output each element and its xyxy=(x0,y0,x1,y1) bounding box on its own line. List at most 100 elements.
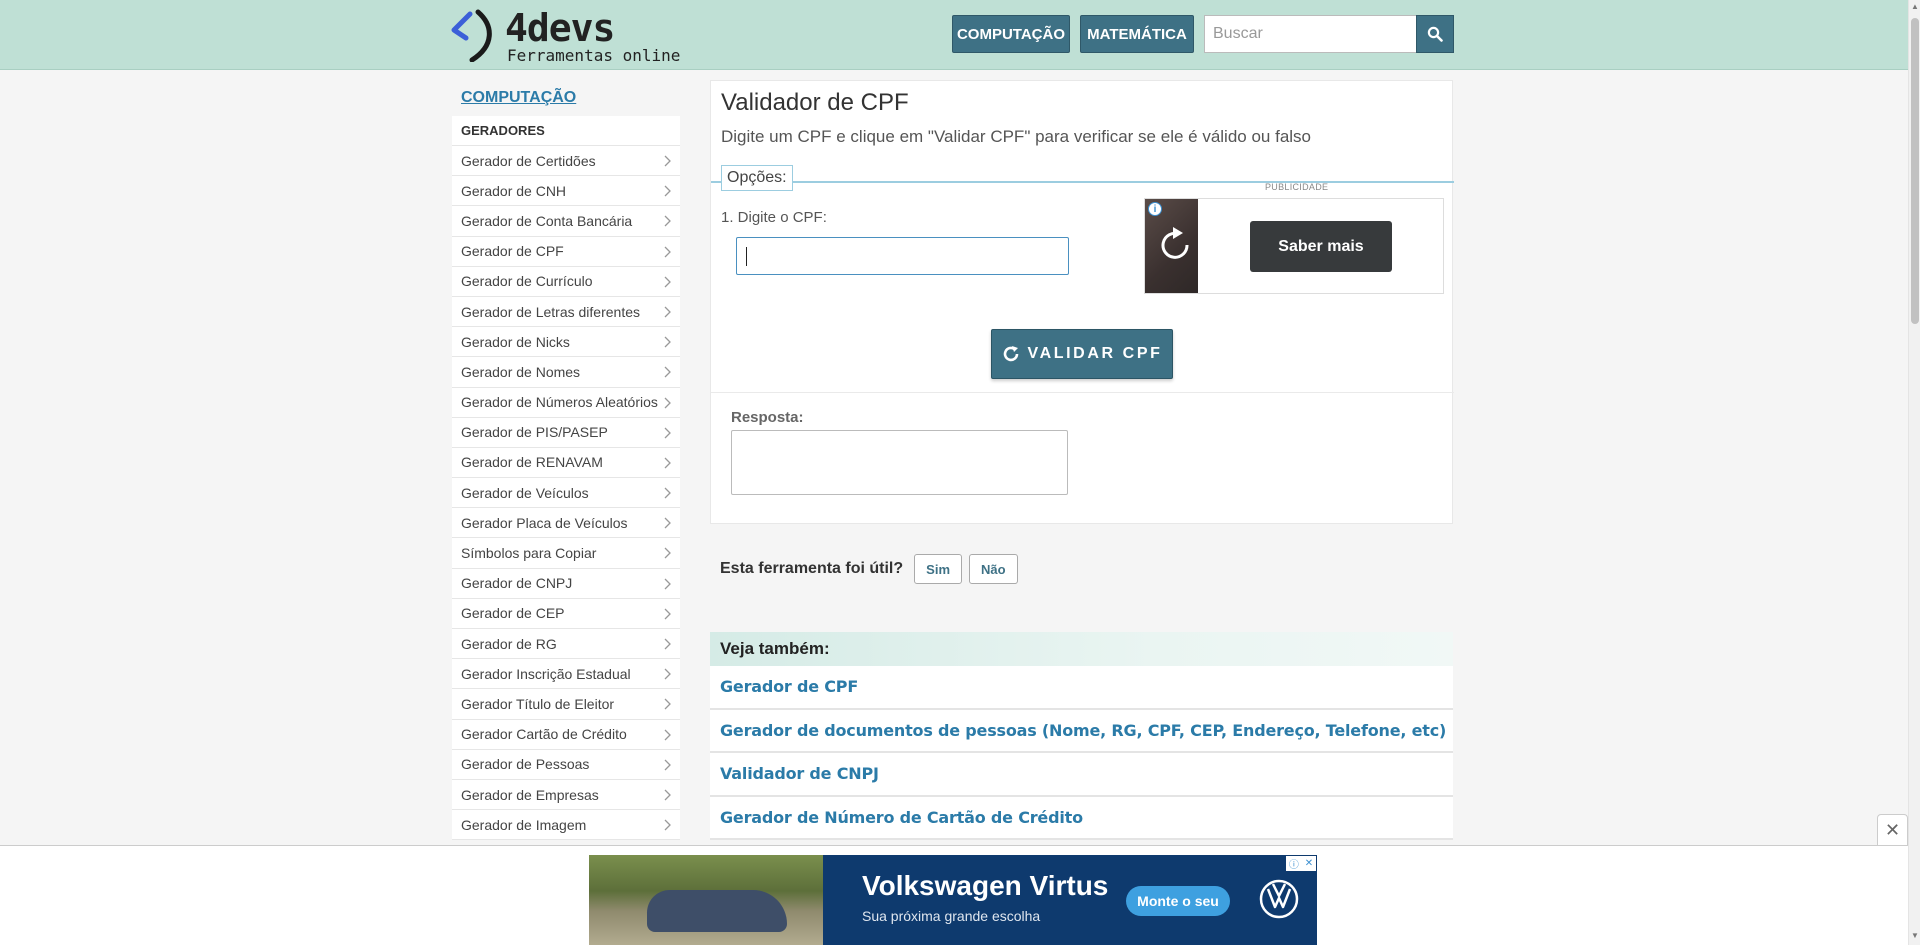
ad-saber-mais-button[interactable]: Saber mais xyxy=(1250,221,1392,272)
site-header: 4devs Ferramentas online COMPUTAÇÃO MATE… xyxy=(0,0,1908,70)
sidebar-item[interactable]: Gerador de Empresas xyxy=(452,779,680,811)
chevron-right-icon xyxy=(664,608,671,620)
options-legend: Opções: xyxy=(721,165,793,191)
sidebar-item[interactable]: Gerador de Imagem xyxy=(452,810,680,841)
sidebar-title-link[interactable]: COMPUTAÇÃO xyxy=(452,84,680,112)
ad-car-photo xyxy=(589,855,823,945)
sidebar-item[interactable]: Gerador de RENAVAM xyxy=(452,447,680,479)
ad-title: Volkswagen Virtus xyxy=(862,870,1109,901)
page-subtitle: Digite um CPF e clique em "Validar CPF" … xyxy=(721,127,1312,146)
sidebar-item[interactable]: Gerador de CNPJ xyxy=(452,568,680,599)
scroll-up-icon[interactable]: ▲ xyxy=(1911,3,1919,11)
nav-computacao-button[interactable]: COMPUTAÇÃO xyxy=(952,15,1070,53)
sidebar-item-label: Símbolos para Copiar xyxy=(461,545,597,562)
sidebar-item[interactable]: Gerador de Conta Bancária xyxy=(452,206,680,237)
volkswagen-banner-ad[interactable]: Volkswagen Virtus Sua próxima grande esc… xyxy=(589,855,1317,945)
logo-tagline: Ferramentas online xyxy=(507,46,681,65)
sidebar-item[interactable]: Gerador de Nicks xyxy=(452,327,680,358)
chevron-right-icon xyxy=(664,155,671,167)
site-logo[interactable]: 4devs Ferramentas online xyxy=(450,6,700,65)
validate-cpf-button[interactable]: VALIDAR CPF xyxy=(991,329,1173,379)
see-also-link[interactable]: Gerador de Número de Cartão de Crédito xyxy=(710,796,1453,840)
chevron-right-icon xyxy=(664,819,671,831)
tool-card: Validador de CPF Digite um CPF e clique … xyxy=(710,80,1454,524)
chevron-right-icon xyxy=(664,185,671,197)
sidebar-item[interactable]: Gerador de Currículo xyxy=(452,266,680,297)
logo-name: 4devs xyxy=(505,6,615,50)
sidebar-item[interactable]: Símbolos para Copiar xyxy=(452,538,680,569)
sidebar-item[interactable]: Gerador Placa de Veículos xyxy=(452,508,680,539)
sidebar-item[interactable]: Gerador de Veículos xyxy=(452,478,680,509)
sidebar-item-label: Gerador de Certidões xyxy=(461,152,596,169)
sidebar-item-label: Gerador de Veículos xyxy=(461,484,589,501)
sidebar-item[interactable]: Gerador de CPF xyxy=(452,236,680,267)
answer-label: Resposta: xyxy=(731,409,804,426)
chevron-right-icon xyxy=(664,698,671,710)
chevron-right-icon xyxy=(664,397,671,408)
search-input[interactable]: Buscar xyxy=(1204,15,1417,53)
sidebar-item-label: Gerador de Empresas xyxy=(461,786,599,803)
options-divider xyxy=(711,181,1454,183)
page-scrollbar[interactable]: ▲ ▼ xyxy=(1908,0,1920,945)
sidebar-item-label: Gerador de Letras diferentes xyxy=(461,303,640,320)
chevron-right-icon xyxy=(664,336,671,348)
answer-textarea[interactable] xyxy=(731,430,1068,495)
feedback-no-button[interactable]: Não xyxy=(969,554,1018,584)
chevron-right-icon xyxy=(664,487,671,499)
chevron-right-icon xyxy=(664,427,671,439)
see-also-link[interactable]: Gerador de documentos de pessoas (Nome, … xyxy=(710,709,1453,753)
feedback-question: Esta ferramenta foi útil? xyxy=(720,560,904,577)
sidebar-item-label: Gerador de Nicks xyxy=(461,333,570,350)
sidebar-item[interactable]: Gerador de RG xyxy=(452,629,680,660)
sidebar-item[interactable]: Gerador de PIS/PASEP xyxy=(452,417,680,448)
sidebar-item[interactable]: Gerador Cartão de Crédito xyxy=(452,719,680,750)
sidebar: COMPUTAÇÃO GERADORES Gerador de Certidõe… xyxy=(452,84,680,841)
close-ad-button[interactable]: ✕ xyxy=(1877,814,1908,845)
side-ad[interactable]: i Saber mais xyxy=(1144,198,1444,294)
sidebar-item-label: Gerador de CNH xyxy=(461,182,567,199)
sidebar-item[interactable]: Gerador de CEP xyxy=(452,598,680,629)
scrollbar-thumb[interactable] xyxy=(1911,18,1919,324)
sidebar-item[interactable]: Gerador de CNH xyxy=(452,176,680,207)
sidebar-item-label: Gerador de PIS/PASEP xyxy=(461,424,608,441)
chevron-right-icon xyxy=(664,759,671,771)
sidebar-item-label: Gerador de RG xyxy=(461,635,557,652)
sidebar-item-label: Gerador de Nomes xyxy=(461,363,581,380)
chevron-right-icon xyxy=(664,276,671,288)
cpf-input[interactable] xyxy=(736,237,1069,275)
sidebar-item[interactable]: Gerador de Nomes xyxy=(452,357,680,388)
search-button[interactable] xyxy=(1416,15,1454,53)
ad-cta-button[interactable]: Monte o seu xyxy=(1126,886,1230,916)
chevron-right-icon xyxy=(664,578,671,590)
sidebar-item[interactable]: Gerador Título de Eleitor xyxy=(452,689,680,720)
sidebar-item[interactable]: Gerador de Números Aleatórios xyxy=(452,387,680,418)
adchoices-icon[interactable]: ⓘ ✕ xyxy=(1286,856,1316,871)
sidebar-item[interactable]: Gerador Inscrição Estadual xyxy=(452,659,680,690)
feedback-yes-button[interactable]: Sim xyxy=(914,554,962,584)
sidebar-item[interactable]: Gerador de Certidões xyxy=(452,146,680,177)
nav-matematica-button[interactable]: MATEMÁTICA xyxy=(1080,15,1194,53)
sidebar-item-label: Gerador Cartão de Crédito xyxy=(461,726,627,743)
sidebar-item[interactable]: Gerador de Letras diferentes xyxy=(452,296,680,328)
volkswagen-logo-icon xyxy=(1259,879,1299,919)
sidebar-item-label: Gerador de CPF xyxy=(461,243,564,260)
scroll-down-icon[interactable]: ▼ xyxy=(1911,932,1919,940)
text-caret xyxy=(746,247,747,266)
chevron-right-icon xyxy=(664,547,671,559)
feedback-bar: Esta ferramenta foi útil? Sim Não xyxy=(720,554,1025,584)
sidebar-item-label: Gerador de Números Aleatórios xyxy=(461,394,658,411)
sidebar-item-label: Gerador Placa de Veículos xyxy=(461,514,628,531)
sidebar-item-label: Gerador de Currículo xyxy=(461,273,593,290)
sidebar-item-label: Gerador de Conta Bancária xyxy=(461,212,633,229)
page-title: Validador de CPF xyxy=(721,89,909,116)
see-also-link[interactable]: Validador de CNPJ xyxy=(710,753,1453,797)
search-icon xyxy=(1427,26,1443,42)
see-also-link[interactable]: Gerador de CPF xyxy=(710,666,1453,710)
chevron-right-icon xyxy=(664,306,671,318)
chevron-right-icon xyxy=(664,457,671,469)
ad-info-icon[interactable]: i xyxy=(1148,202,1162,216)
sidebar-item[interactable]: Gerador de Pessoas xyxy=(452,749,680,780)
ad-subtitle: Sua próxima grande escolha xyxy=(862,908,1041,924)
chevron-right-icon xyxy=(664,789,671,801)
sidebar-item-label: Gerador de CNPJ xyxy=(461,575,573,592)
